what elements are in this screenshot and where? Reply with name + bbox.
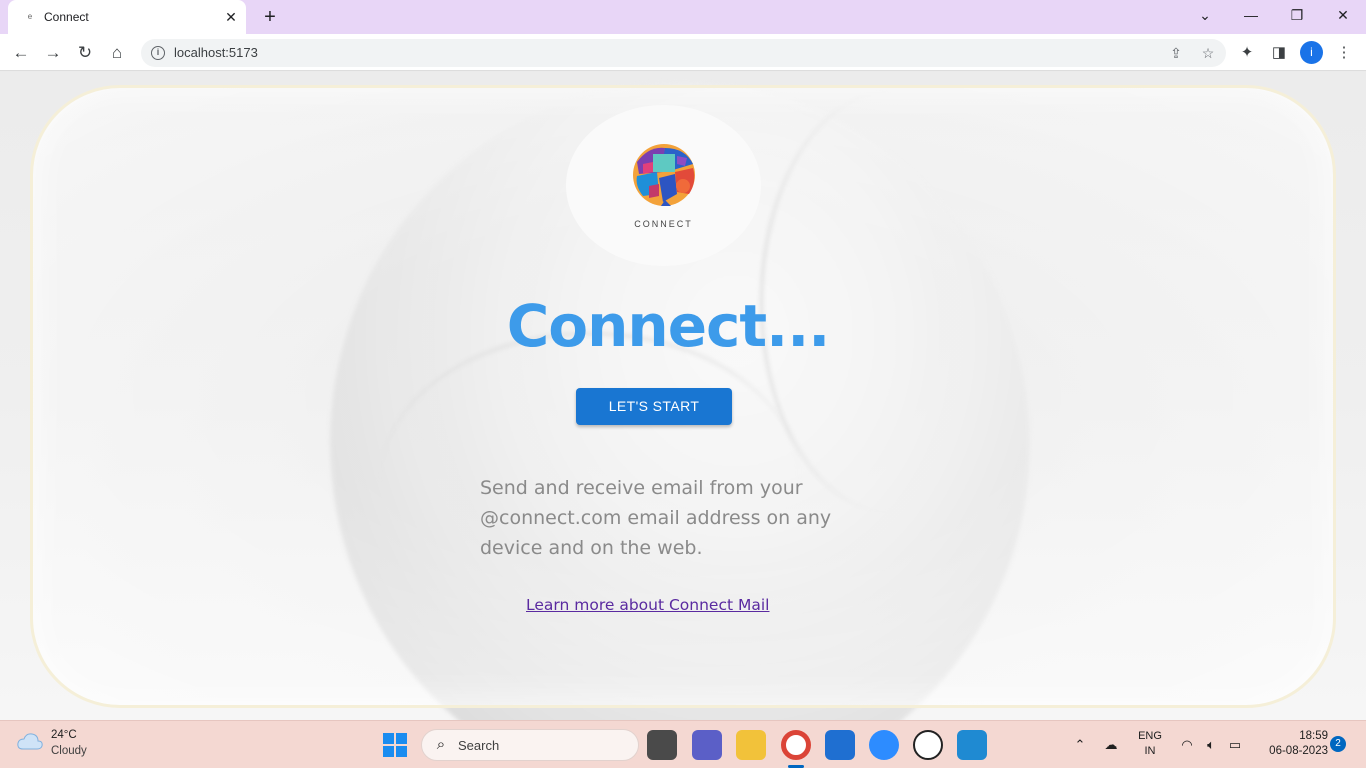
zoom-icon[interactable] xyxy=(869,730,899,760)
clock-time: 18:59 xyxy=(1299,730,1328,742)
logo-wordmark: CONNECT xyxy=(634,219,693,229)
site-info-icon[interactable]: i xyxy=(151,46,165,60)
profile-avatar[interactable]: i xyxy=(1300,41,1323,64)
home-icon[interactable]: ⌂ xyxy=(104,40,130,66)
tab-strip: e Connect ✕ + ⌄ — ❐ ✕ xyxy=(0,0,1366,34)
vscode-icon[interactable] xyxy=(957,730,987,760)
taskbar-search-input[interactable]: ⌕ Search xyxy=(421,729,639,761)
microsoft-store-icon[interactable] xyxy=(825,730,855,760)
url-text[interactable]: localhost:5173 xyxy=(174,45,258,60)
tab-title: Connect xyxy=(44,10,89,24)
notification-badge[interactable]: 2 xyxy=(1330,736,1346,752)
language-region: IN xyxy=(1144,745,1156,757)
language-code: ENG xyxy=(1138,730,1162,742)
system-clock[interactable]: 18:59 06-08-2023 xyxy=(1254,729,1328,759)
browser-tab[interactable]: e Connect ✕ xyxy=(8,0,246,34)
clock-date: 06-08-2023 xyxy=(1269,745,1328,757)
reload-icon[interactable]: ↻ xyxy=(72,40,98,66)
tab-search-chevron-icon[interactable]: ⌄ xyxy=(1191,4,1219,26)
share-icon[interactable]: ⇪ xyxy=(1166,43,1186,63)
back-arrow-icon[interactable]: ← xyxy=(8,40,34,66)
favicon-icon: e xyxy=(27,12,33,21)
page-title: Connect... xyxy=(506,292,831,360)
bookmark-star-icon[interactable]: ☆ xyxy=(1198,43,1218,63)
weather-condition[interactable]: Cloudy xyxy=(51,745,87,757)
dell-icon[interactable] xyxy=(913,730,943,760)
search-icon: ⌕ xyxy=(436,736,446,753)
volume-icon[interactable]: 🔈︎ xyxy=(1201,735,1221,755)
chrome-icon[interactable] xyxy=(781,730,811,760)
wifi-icon[interactable]: ◠ xyxy=(1177,735,1197,755)
teams-chat-icon[interactable] xyxy=(692,730,722,760)
lets-start-button[interactable]: LET'S START xyxy=(576,388,732,425)
battery-icon[interactable]: ▭ xyxy=(1225,735,1245,755)
description-text: Send and receive email from your @connec… xyxy=(480,477,832,559)
new-tab-button[interactable]: + xyxy=(258,5,282,29)
restore-button[interactable]: ❐ xyxy=(1283,4,1311,26)
chevron-up-icon[interactable]: ⌃ xyxy=(1070,735,1090,755)
connect-logo-icon xyxy=(633,144,695,206)
language-indicator[interactable]: ENG IN xyxy=(1136,729,1164,759)
minimize-button[interactable]: — xyxy=(1237,4,1265,26)
windows-start-icon[interactable] xyxy=(383,733,407,757)
extensions-puzzle-icon[interactable]: ✦ xyxy=(1234,40,1260,66)
side-panel-icon[interactable]: ◨ xyxy=(1266,40,1292,66)
search-placeholder: Search xyxy=(458,738,500,753)
taskbar: 24°C Cloudy ⌕ Search ⌃ ☁ ENG IN ◠ 🔈︎ ▭ 1… xyxy=(0,720,1366,768)
page-viewport: CONNECT Connect... LET'S START Send and … xyxy=(0,72,1366,720)
close-window-button[interactable]: ✕ xyxy=(1329,4,1357,26)
file-explorer-icon[interactable] xyxy=(736,730,766,760)
menu-kebab-icon[interactable]: ⋮ xyxy=(1331,40,1357,66)
cloud-icon[interactable] xyxy=(16,731,44,751)
forward-arrow-icon[interactable]: → xyxy=(40,40,66,66)
weather-temperature[interactable]: 24°C xyxy=(51,729,77,741)
tab-close-icon[interactable]: ✕ xyxy=(222,8,240,26)
learn-more-link[interactable]: Learn more about Connect Mail xyxy=(526,596,769,614)
browser-toolbar: ← → ↻ ⌂ i localhost:5173 ⇪ ☆ ✦ ◨ i ⋮ xyxy=(0,34,1366,71)
task-view-icon[interactable] xyxy=(647,730,677,760)
onedrive-sync-icon[interactable]: ☁ xyxy=(1101,735,1121,755)
address-bar[interactable]: i localhost:5173 ⇪ ☆ xyxy=(141,39,1226,67)
